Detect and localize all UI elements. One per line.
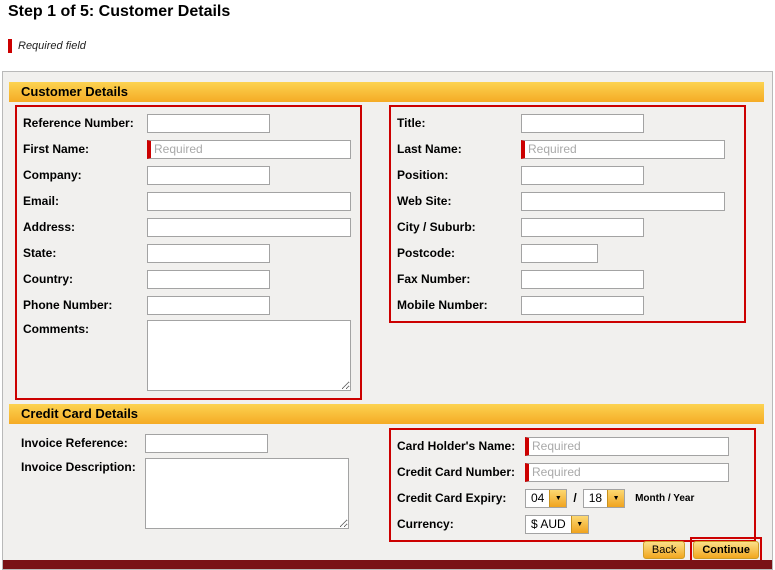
currency-value: $ AUD [531,516,566,531]
position-input[interactable] [521,165,644,185]
credit-card-details-header: Credit Card Details [9,404,764,424]
invoice-description-label: Invoice Description: [21,460,136,474]
field-row: Invoice Reference: [15,430,362,456]
last-name-label: Last Name: [397,142,462,156]
continue-button[interactable]: Continue [693,541,759,559]
credit-card-number-label: Credit Card Number: [397,465,516,479]
field-row: Credit Card Number: [391,459,754,485]
customer-details-header: Customer Details [9,82,764,102]
back-button[interactable]: Back [642,540,686,559]
invoice-fieldset: Invoice Reference: Invoice Description: [15,430,362,533]
phone-number-input[interactable] [147,295,270,315]
chevron-down-icon: ▼ [549,489,567,507]
field-row: Phone Number: [17,292,360,318]
field-row: Credit Card Expiry: 04 ▼ / 18 ▼ Month / … [391,485,754,511]
postcode-label: Postcode: [397,246,456,260]
page-title: Step 1 of 5: Customer Details [8,3,231,20]
field-row: Postcode: [391,240,744,266]
field-row: City / Suburb: [391,214,744,240]
field-row: Web Site: [391,188,744,214]
reference-number-label: Reference Number: [23,116,134,130]
expiry-separator: / [573,491,577,505]
field-row: Company: [17,162,360,188]
fax-number-label: Fax Number: [397,272,471,286]
credit-card-number-input[interactable] [525,462,729,482]
form-actions: Back Continue [642,537,762,562]
field-row: Fax Number: [391,266,744,292]
chevron-down-icon: ▼ [570,515,588,533]
currency-label: Currency: [397,517,454,531]
first-name-label: First Name: [23,142,90,156]
expiry-year-value: 18 [588,490,603,505]
state-label: State: [23,246,57,260]
required-field-legend: Required field [8,39,86,53]
field-row: Card Holder's Name: [391,433,754,459]
city-suburb-label: City / Suburb: [397,220,476,234]
invoice-description-textarea[interactable] [145,458,349,529]
chevron-down-icon: ▼ [607,489,625,507]
credit-card-expiry-label: Credit Card Expiry: [397,491,507,505]
phone-number-label: Phone Number: [23,298,113,312]
mobile-number-label: Mobile Number: [397,298,488,312]
card-fieldset: Card Holder's Name: Credit Card Number: … [389,428,756,542]
field-row: Comments: [17,318,360,395]
form-panel: Customer Details Reference Number: First… [2,71,773,570]
address-input[interactable] [147,217,351,237]
company-label: Company: [23,168,82,182]
field-row: Address: [17,214,360,240]
email-input[interactable] [147,191,351,211]
field-row: Reference Number: [17,110,360,136]
field-row: Country: [17,266,360,292]
website-input[interactable] [521,191,725,211]
position-label: Position: [397,168,449,182]
city-suburb-input[interactable] [521,217,644,237]
expiry-year-select[interactable]: 18 ▼ [582,488,626,508]
field-row: Mobile Number: [391,292,744,318]
card-holder-name-input[interactable] [525,436,729,456]
email-label: Email: [23,194,60,208]
field-row: Email: [17,188,360,214]
footer-bar [3,560,772,569]
continue-highlight: Continue [690,537,762,562]
first-name-input[interactable] [147,139,351,159]
field-row: Invoice Description: [15,456,362,533]
currency-select[interactable]: $ AUD ▼ [525,514,589,534]
last-name-input[interactable] [521,139,725,159]
web-site-label: Web Site: [397,194,452,208]
field-row: Last Name: [391,136,744,162]
comments-label: Comments: [23,322,90,336]
required-marker-icon [8,39,12,53]
card-holder-name-label: Card Holder's Name: [397,439,516,453]
field-row: First Name: [17,136,360,162]
comments-textarea[interactable] [147,320,351,391]
expiry-month-value: 04 [531,490,545,505]
customer-left-fieldset: Reference Number: First Name: Company: E… [15,105,362,400]
state-input[interactable] [147,243,270,263]
mobile-number-input[interactable] [521,295,644,315]
country-input[interactable] [147,269,270,289]
reference-number-input[interactable] [147,113,270,133]
company-input[interactable] [147,165,270,185]
field-row: State: [17,240,360,266]
invoice-reference-input[interactable] [145,433,268,453]
country-label: Country: [23,272,73,286]
month-year-hint: Month / Year [635,492,695,504]
required-field-label: Required field [18,40,86,52]
title-label: Title: [397,116,426,130]
customer-right-fieldset: Title: Last Name: Position: Web Site: Ci… [389,105,746,323]
field-row: Title: [391,110,744,136]
field-row: Position: [391,162,744,188]
address-label: Address: [23,220,76,234]
invoice-reference-label: Invoice Reference: [21,436,128,450]
title-input[interactable] [521,113,644,133]
fax-number-input[interactable] [521,269,644,289]
field-row: Currency: $ AUD ▼ [391,511,754,537]
expiry-month-select[interactable]: 04 ▼ [525,488,568,508]
postcode-input[interactable] [521,243,598,263]
